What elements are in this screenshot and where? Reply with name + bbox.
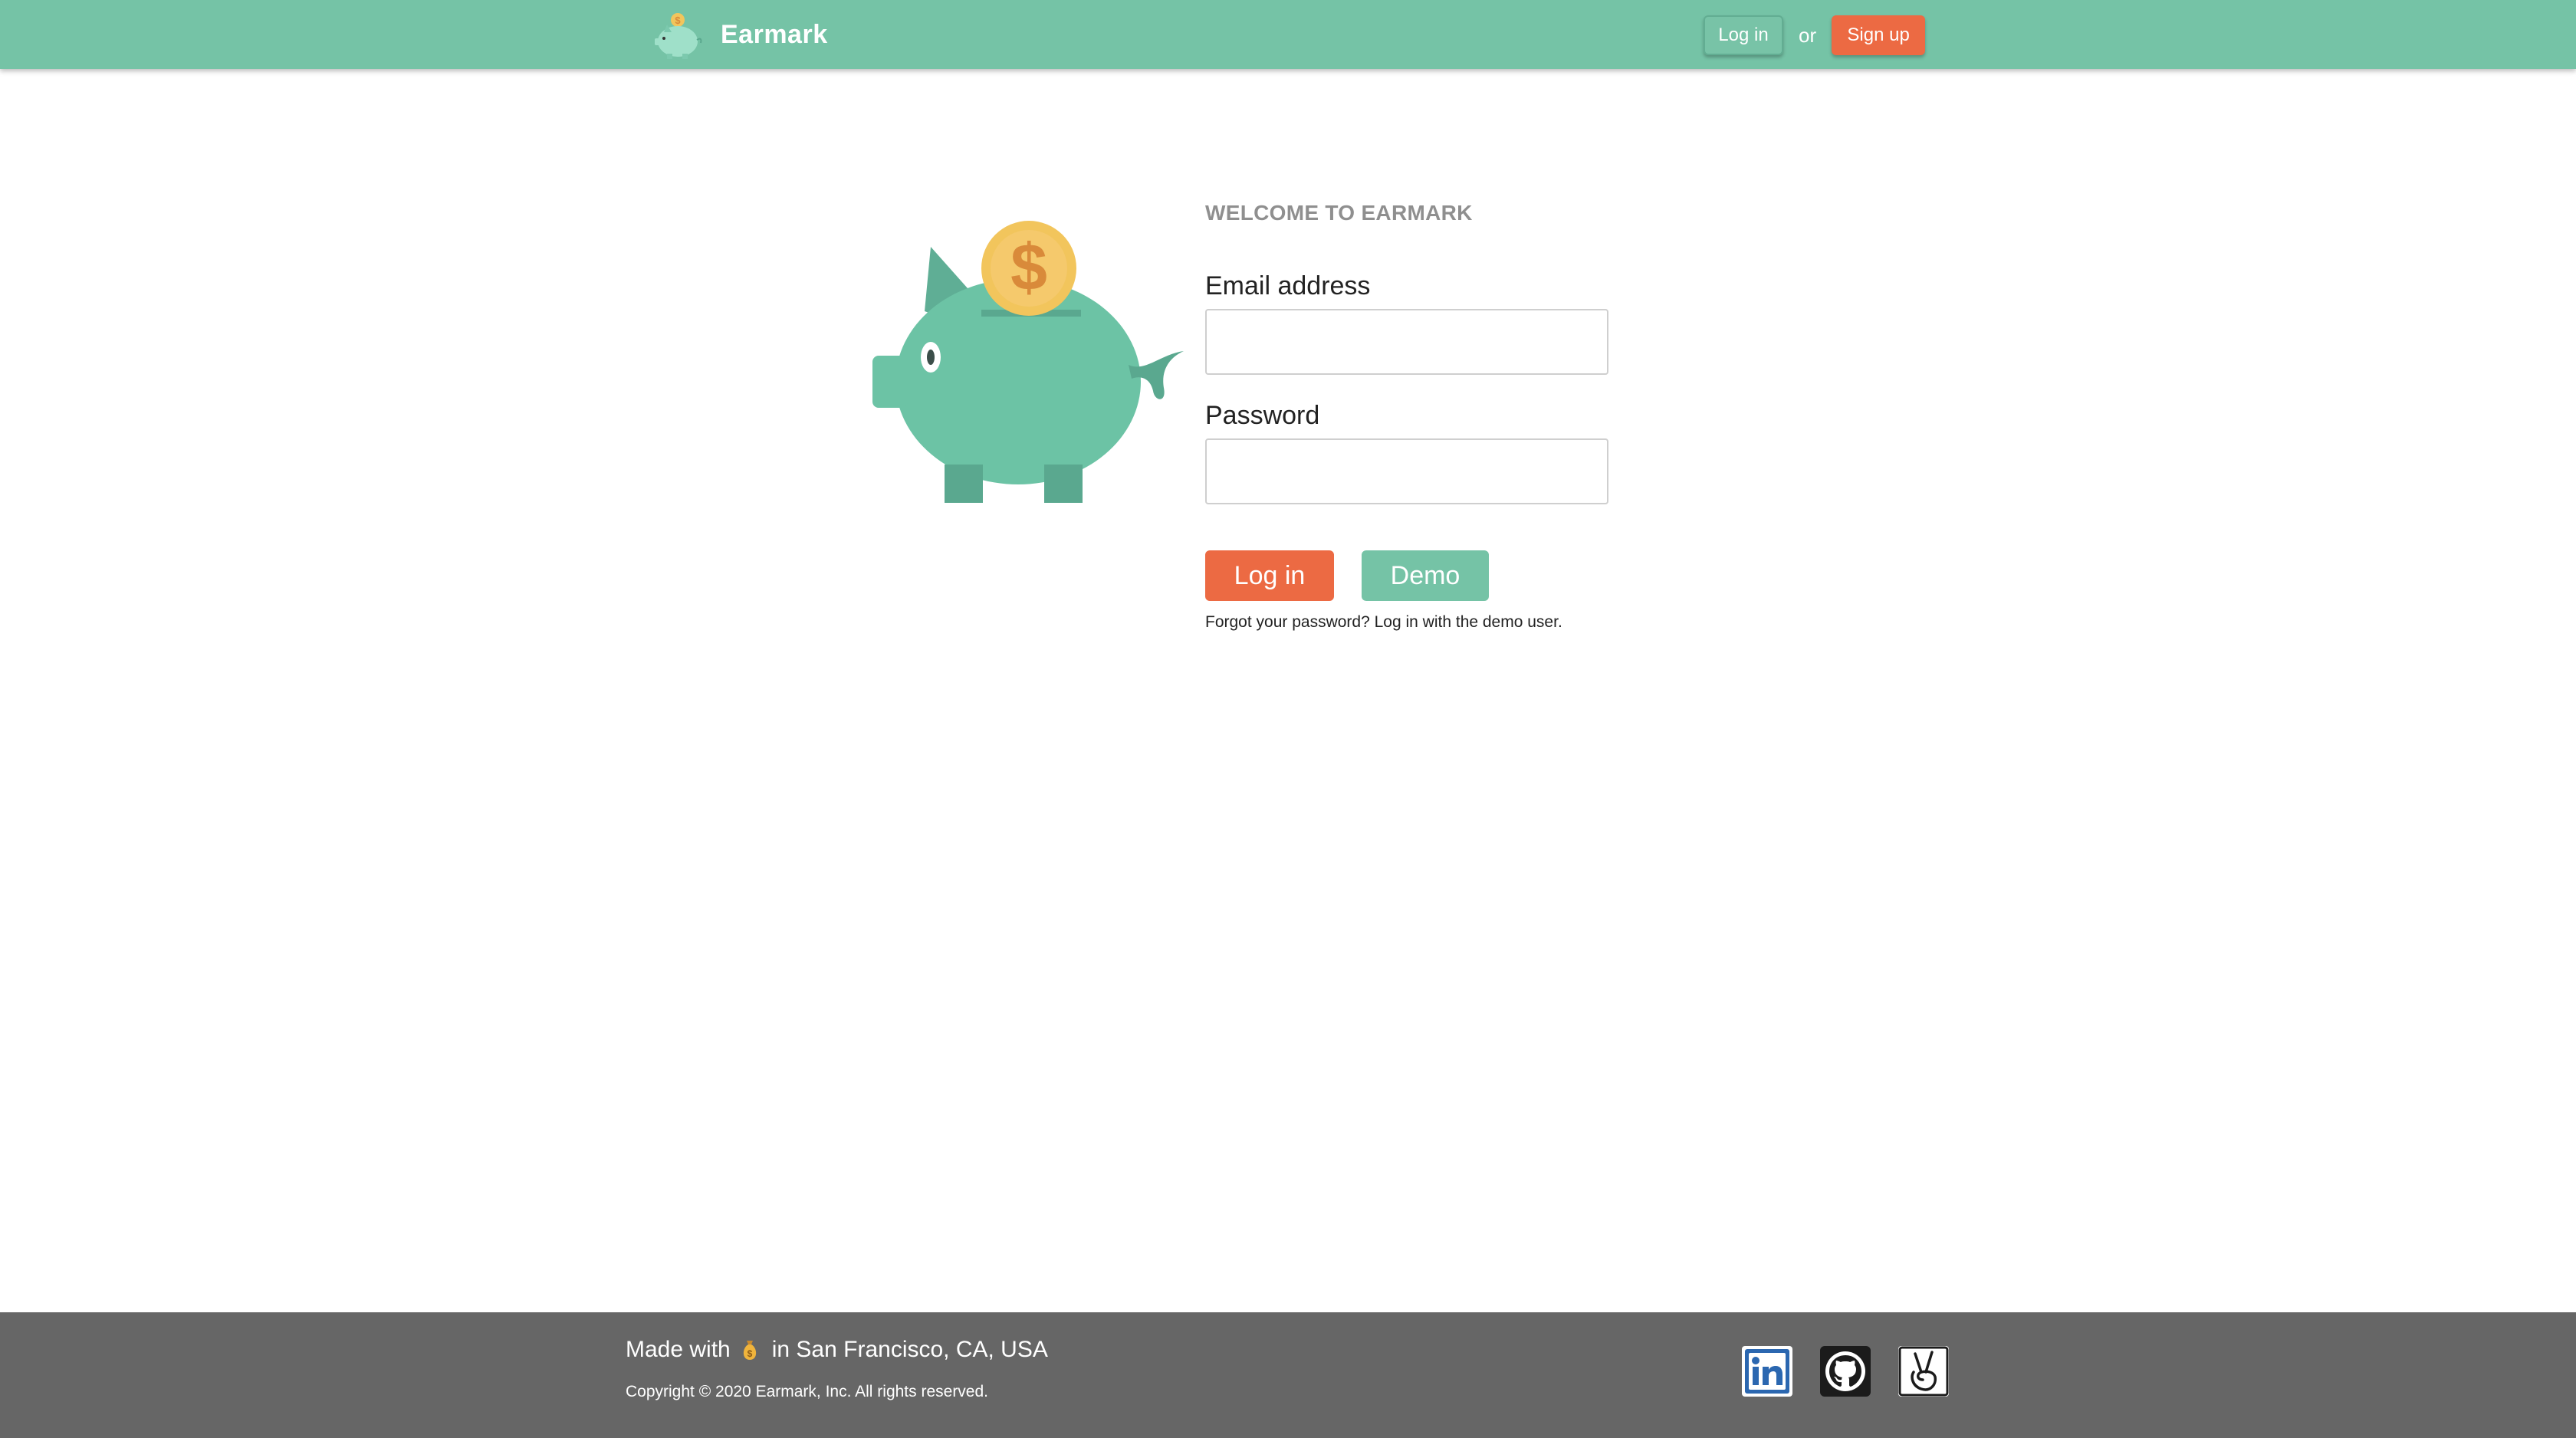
money-bag-icon: $ [743, 1341, 756, 1360]
footer: Made with $ in San Francisco, CA, USA Co… [0, 1312, 2576, 1438]
svg-text:$: $ [675, 15, 681, 26]
piggy-bank-logo-icon: $ [655, 13, 702, 59]
email-label: Email address [1205, 271, 1371, 300]
brand-name: Earmark [721, 19, 828, 49]
auth-nav: Log in or Sign up [1704, 15, 1926, 56]
piggy-bank-illustration-icon: $ [872, 221, 1184, 503]
nav-signup-button[interactable]: Sign up [1832, 15, 1926, 55]
welcome-heading: WELCOME TO EARMARK [1205, 201, 1473, 225]
login-button[interactable]: Log in [1205, 550, 1334, 601]
password-label: Password [1205, 401, 1320, 430]
social-links [1742, 1346, 1976, 1397]
top-nav-bar: $ Earmark Log in or Sign up [0, 0, 2576, 69]
svg-text:$: $ [1010, 231, 1047, 304]
made-with-prefix: Made with [626, 1337, 731, 1362]
demo-button[interactable]: Demo [1362, 550, 1489, 601]
svg-text:$: $ [747, 1348, 752, 1359]
nav-or-text: or [1799, 23, 1817, 47]
brand[interactable]: $ Earmark [649, 8, 828, 61]
email-input[interactable] [1205, 309, 1608, 375]
made-with-line: Made with $ in San Francisco, CA, USA [626, 1337, 1048, 1363]
nav-login-button[interactable]: Log in [1704, 15, 1783, 55]
password-input[interactable] [1205, 438, 1608, 504]
helper-links: Forgot your password? Log in with the de… [1205, 613, 1635, 632]
form-buttons: Log in Demo [1205, 550, 1635, 601]
github-icon[interactable] [1820, 1346, 1871, 1397]
linkedin-icon[interactable] [1742, 1346, 1792, 1397]
login-form: WELCOME TO EARMARK Email address Passwor… [1205, 201, 1635, 632]
made-with-suffix: in San Francisco, CA, USA [771, 1337, 1048, 1362]
copyright-text: Copyright © 2020 Earmark, Inc. All right… [626, 1383, 989, 1400]
angellist-icon[interactable] [1898, 1346, 1949, 1397]
demo-user-link[interactable]: Log in with the demo user. [1375, 613, 1562, 631]
forgot-password-link[interactable]: Forgot your password? [1205, 613, 1370, 631]
